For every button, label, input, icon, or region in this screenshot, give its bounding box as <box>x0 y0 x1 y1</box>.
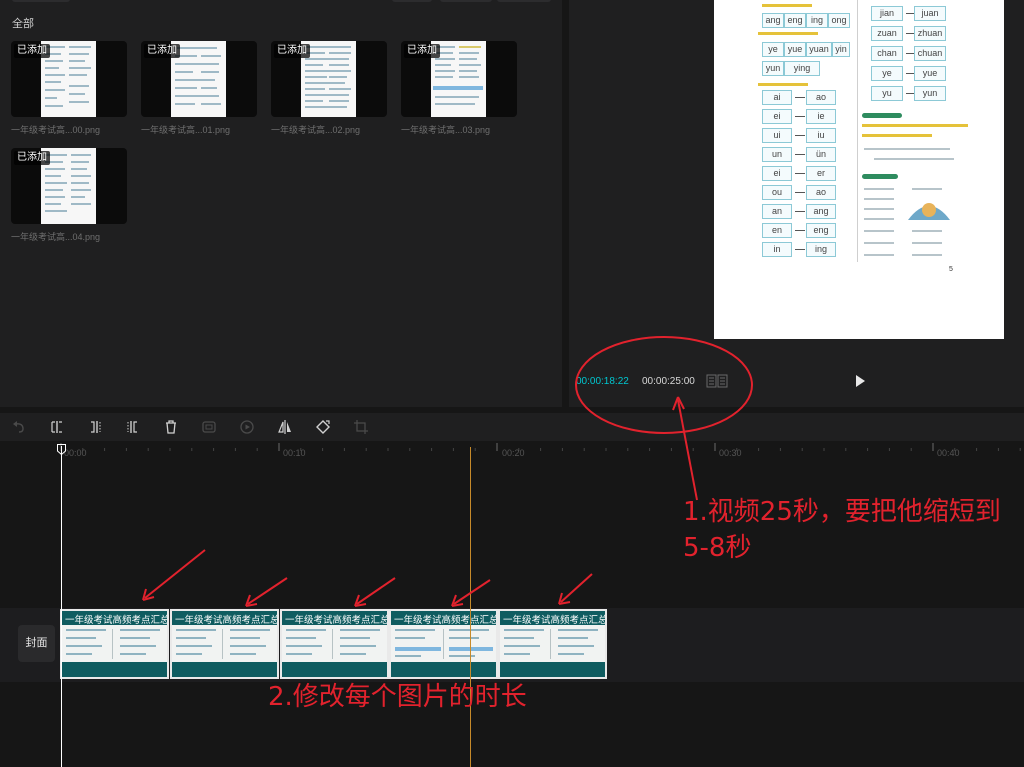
view-button[interactable] <box>440 0 492 2</box>
aspect-ratio-icon[interactable] <box>706 374 728 388</box>
media-thumbnail[interactable]: 已添加 <box>11 41 127 117</box>
timeline-clip[interactable]: 一年级考试高频考点汇总 <box>280 609 389 679</box>
timeline-panel[interactable]: 00:00 00:10 00:20 00:30 00:40 封面 一年级考试高频… <box>0 441 1024 767</box>
clip-name: 一年级考试高频考点汇总 <box>394 615 496 626</box>
timeline-clip[interactable]: 一年级考试高频考点汇总 <box>60 609 169 679</box>
media-thumbnail[interactable]: 已添加 <box>271 41 387 117</box>
preview-frame: ang eng ing ong ye yue yuan yin yun ying… <box>714 0 1004 339</box>
added-badge: 已添加 <box>404 44 440 58</box>
media-item[interactable]: 已添加 一年级考试高...04.png <box>11 148 127 243</box>
preview-illustration <box>908 203 950 220</box>
ruler-tick-label: 00:30 <box>719 448 742 458</box>
timeline-clip[interactable]: 一年级考试高频考点汇总 <box>389 609 498 679</box>
media-filename: 一年级考试高...00.png <box>11 125 101 135</box>
freeze-frame-icon[interactable] <box>202 420 216 434</box>
current-time: 00:00:18:22 <box>576 376 629 387</box>
hover-cursor-line <box>470 447 471 767</box>
timeline-clip[interactable]: 一年级考试高频考点汇总 <box>170 609 279 679</box>
added-badge: 已添加 <box>14 151 50 165</box>
clip-name: 一年级考试高频考点汇总 <box>65 615 167 626</box>
annotation-note-1-line-2: 5-8秒 <box>683 533 752 563</box>
added-badge: 已添加 <box>274 44 310 58</box>
import-button[interactable] <box>497 0 551 2</box>
annotation-note-2: 2.修改每个图片的时长 <box>268 682 527 712</box>
ruler-tick-label: 00:20 <box>502 448 525 458</box>
clip-frames <box>282 625 387 662</box>
media-thumbnail[interactable]: 已添加 <box>141 41 257 117</box>
media-filename: 一年级考试高...04.png <box>11 232 101 242</box>
clip-frames <box>62 625 167 662</box>
total-duration: 00:00:25:00 <box>642 376 695 387</box>
clip-frames <box>391 625 496 662</box>
play-circle-icon[interactable] <box>240 420 254 434</box>
media-library-panel: 全部 已添加 一年级考试高...00.png 已添加 一年级考试高...01.p… <box>0 0 562 407</box>
annotation-note-1-line-1: 1.视频25秒，要把他缩短到 <box>683 497 1001 527</box>
rotate-icon[interactable] <box>316 420 330 434</box>
ruler-tick-label: 00:10 <box>283 448 306 458</box>
undo-icon[interactable] <box>12 420 26 434</box>
added-badge: 已添加 <box>14 44 50 58</box>
ruler-tick-label: 00:40 <box>937 448 960 458</box>
clip-name: 一年级考试高频考点汇总 <box>175 615 277 626</box>
sort-button[interactable] <box>392 0 432 2</box>
media-filename: 一年级考试高...03.png <box>401 125 491 135</box>
mirror-icon[interactable] <box>278 420 292 434</box>
player-panel: ang eng ing ong ye yue yuan yin yun ying… <box>569 0 1024 407</box>
split-icon[interactable] <box>50 420 64 434</box>
playhead-line[interactable] <box>61 446 62 767</box>
media-filename: 一年级考试高...01.png <box>141 125 231 135</box>
clip-frames <box>172 625 277 662</box>
media-tab[interactable] <box>12 0 70 2</box>
added-badge: 已添加 <box>144 44 180 58</box>
media-thumbnail[interactable]: 已添加 <box>11 148 127 224</box>
media-item[interactable]: 已添加 一年级考试高...01.png <box>141 41 257 136</box>
timeline-toolbar <box>0 413 1024 441</box>
clip-frames <box>500 625 605 662</box>
ruler-tick-label: 00:00 <box>64 448 87 458</box>
media-item[interactable]: 已添加 一年级考试高...02.png <box>271 41 387 136</box>
media-filename: 一年级考试高...02.png <box>271 125 361 135</box>
media-thumbnail[interactable]: 已添加 <box>401 41 517 117</box>
crop-icon[interactable] <box>354 420 368 434</box>
timeline-clip[interactable]: 一年级考试高频考点汇总 <box>498 609 607 679</box>
media-item[interactable]: 已添加 一年级考试高...03.png <box>401 41 517 136</box>
clip-name: 一年级考试高频考点汇总 <box>285 615 387 626</box>
clip-name: 一年级考试高频考点汇总 <box>503 615 605 626</box>
delete-icon[interactable] <box>164 420 178 434</box>
media-item[interactable]: 已添加 一年级考试高...00.png <box>11 41 127 136</box>
playhead-handle[interactable] <box>57 444 66 455</box>
split-right-icon[interactable] <box>126 420 140 434</box>
play-icon[interactable] <box>853 374 867 388</box>
cover-button[interactable]: 封面 <box>18 625 55 662</box>
split-left-icon[interactable] <box>88 420 102 434</box>
filter-all-label[interactable]: 全部 <box>12 15 34 31</box>
